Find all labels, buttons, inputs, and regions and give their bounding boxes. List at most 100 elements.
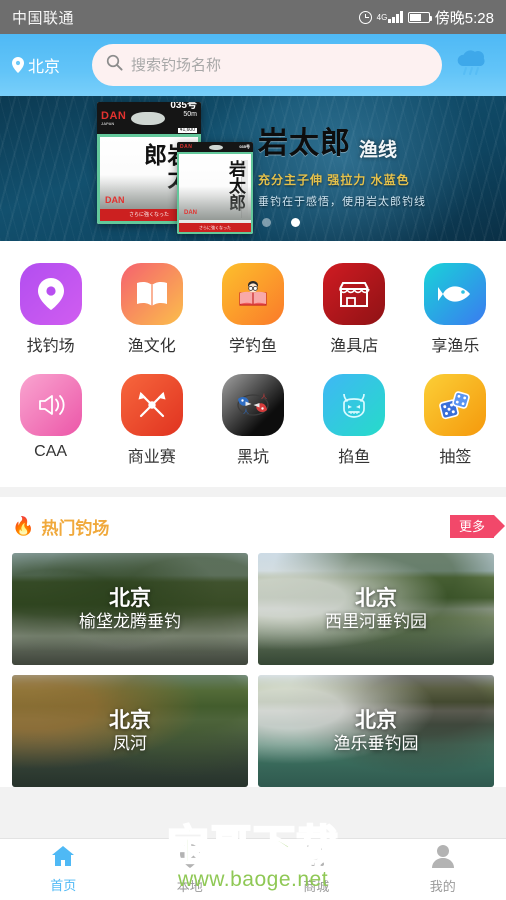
- banner-tagline: 充分主子伸 强拉力 水蓝色: [258, 173, 410, 187]
- spec-size-label: 035号: [170, 102, 197, 111]
- spec-price-label: ¥1,600: [177, 126, 197, 133]
- package-footer-label-small: さらに強くなった: [179, 223, 251, 232]
- location-selector[interactable]: 北京: [12, 53, 84, 77]
- category-item-xiangyule[interactable]: 享渔乐: [405, 255, 506, 366]
- section-title: 热门钓场: [41, 518, 110, 538]
- tile-bg: [424, 263, 487, 325]
- location-pin-icon: [12, 57, 24, 73]
- category-label: 掐鱼: [338, 449, 371, 466]
- network-label: 4G: [376, 12, 388, 22]
- spot-name: 西里河垂钓园: [325, 611, 427, 631]
- battery-icon: [407, 11, 433, 23]
- tab-local[interactable]: 本地: [127, 844, 254, 895]
- spot-card[interactable]: 北京 西里河垂钓园: [258, 553, 494, 665]
- search-input[interactable]: [131, 56, 428, 74]
- tile-bg: [120, 263, 183, 325]
- tab-home[interactable]: 首页: [0, 845, 127, 894]
- promo-banner[interactable]: DANJAPAN 035号 50m ¥1,600 岩太郎 DAN さらに強くなっ…: [0, 96, 506, 241]
- hot-spots-grid: 北京 榆垡龙腾垂钓 北京 西里河垂钓园 北京 凤河 北京 渔乐垂钓园: [12, 553, 494, 787]
- banner-dot-active[interactable]: [291, 218, 300, 227]
- spec-length-label: 50m: [183, 111, 197, 119]
- product-package-small: DAN 035号 岩太郎 DAN さらに強くなった: [177, 142, 253, 234]
- carrier-label: 中国联通: [12, 9, 75, 27]
- banner-page-dots[interactable]: [262, 218, 300, 227]
- banner-subtagline: 垂钓在于感悟，使用岩太郎钓线: [258, 196, 426, 208]
- fish-icon: [438, 282, 472, 306]
- person-icon: [431, 844, 454, 873]
- location-pin-icon: [179, 844, 200, 873]
- signal-icon: 4G: [377, 11, 403, 23]
- category-item-heikeng[interactable]: 人 人 黑坑: [202, 366, 303, 477]
- category-label: 黑坑: [237, 449, 270, 466]
- tab-mall[interactable]: 商城: [253, 844, 380, 895]
- tab-label: 我的: [429, 879, 456, 894]
- tab-profile[interactable]: 我的: [380, 844, 506, 895]
- spec-size-label-small: 035号: [239, 143, 250, 149]
- app-header: 北京: [0, 34, 506, 96]
- location-pin-icon: [37, 278, 64, 310]
- category-item-xuediaoyu[interactable]: 学钓鱼: [202, 255, 303, 366]
- brand-label-small: DAN: [180, 143, 193, 150]
- status-bar: 中国联通 4G 傍晚5:28: [0, 0, 506, 34]
- bottom-tab-bar: 首页 本地 商城 我的: [0, 838, 506, 900]
- crossed-rods-icon: [137, 390, 167, 420]
- search-bar[interactable]: [92, 44, 442, 86]
- black-pit-fish-icon: 人 人: [234, 390, 272, 420]
- category-item-zhaodiaochang[interactable]: 找钓场: [0, 255, 101, 366]
- category-row-2: CAA 商业赛 人 人 黑坑 掐鱼 抽签: [0, 366, 506, 477]
- reading-person-icon: [238, 279, 268, 309]
- speaker-icon: [36, 392, 66, 418]
- tile-bg: [19, 263, 82, 325]
- spot-card[interactable]: 北京 榆垡龙腾垂钓: [12, 553, 248, 665]
- package-brand-mark: DAN: [105, 195, 125, 205]
- tile-bg: [323, 374, 386, 436]
- category-item-yuwenhua[interactable]: 渔文化: [101, 255, 202, 366]
- brand-sub-label: JAPAN: [101, 120, 115, 126]
- dice-icon: [439, 390, 471, 420]
- banner-text-block: 岩太郎 渔线 充分主子伸 强拉力 水蓝色 垂钓在于感悟，使用岩太郎钓线: [258, 118, 498, 209]
- alarm-icon: [358, 10, 372, 24]
- package-brand-mark-small: DAN: [184, 210, 197, 216]
- svg-text:人: 人: [261, 394, 267, 401]
- tile-bg: [19, 374, 82, 436]
- category-item-shangyesai[interactable]: 商业赛: [101, 366, 202, 477]
- category-item-yujudian[interactable]: 渔具店: [304, 255, 405, 366]
- tile-bg: 人 人: [222, 374, 284, 436]
- banner-title: 岩太郎: [258, 127, 351, 160]
- brand-label: DAN: [101, 109, 127, 122]
- tile-bg: [222, 263, 284, 325]
- hot-spots-section: 🔥 热门钓场 更多 北京 榆垡龙腾垂钓 北京 西里河垂钓园 北京 凤河 北京 渔…: [0, 497, 506, 787]
- category-label: 学钓鱼: [229, 338, 278, 355]
- search-icon: [106, 54, 123, 76]
- category-item-qiayu[interactable]: 掐鱼: [304, 366, 405, 477]
- tab-label: 首页: [50, 878, 77, 893]
- clock-label: 傍晚5:28: [434, 9, 494, 27]
- spot-card[interactable]: 北京 凤河: [12, 675, 248, 787]
- category-label: 渔文化: [127, 338, 176, 355]
- spot-city: 北京: [109, 586, 151, 610]
- category-label: 抽签: [439, 449, 472, 466]
- cart-icon: [303, 844, 329, 873]
- more-button[interactable]: 更多: [449, 514, 506, 538]
- category-label: 商业赛: [127, 449, 176, 466]
- category-item-caa[interactable]: CAA: [0, 366, 101, 477]
- weather-widget[interactable]: [450, 48, 494, 83]
- category-item-chouqian[interactable]: 抽签: [405, 366, 506, 477]
- tab-label: 本地: [176, 879, 203, 894]
- banner-dot[interactable]: [262, 218, 271, 227]
- flame-icon: 🔥: [12, 516, 35, 536]
- spot-card[interactable]: 北京 渔乐垂钓园: [258, 675, 494, 787]
- svg-text:人: 人: [243, 409, 249, 416]
- tab-label: 商城: [303, 879, 330, 894]
- category-grid: 找钓场 渔文化 学钓鱼 渔具店 享渔乐 CAA 商业赛 人 人 黑坑 掐鱼 抽签: [0, 241, 506, 487]
- category-label: 找钓场: [26, 338, 75, 355]
- banner-subtitle: 渔线: [359, 140, 398, 161]
- tile-bg: [323, 263, 386, 325]
- category-label: 渔具店: [330, 338, 379, 355]
- home-icon: [51, 845, 75, 872]
- tile-bg: [424, 374, 487, 436]
- hot-spots-header: 🔥 热门钓场 更多: [12, 511, 506, 541]
- spot-city: 北京: [355, 708, 397, 732]
- category-label: CAA: [34, 443, 68, 460]
- spot-city: 北京: [109, 708, 151, 732]
